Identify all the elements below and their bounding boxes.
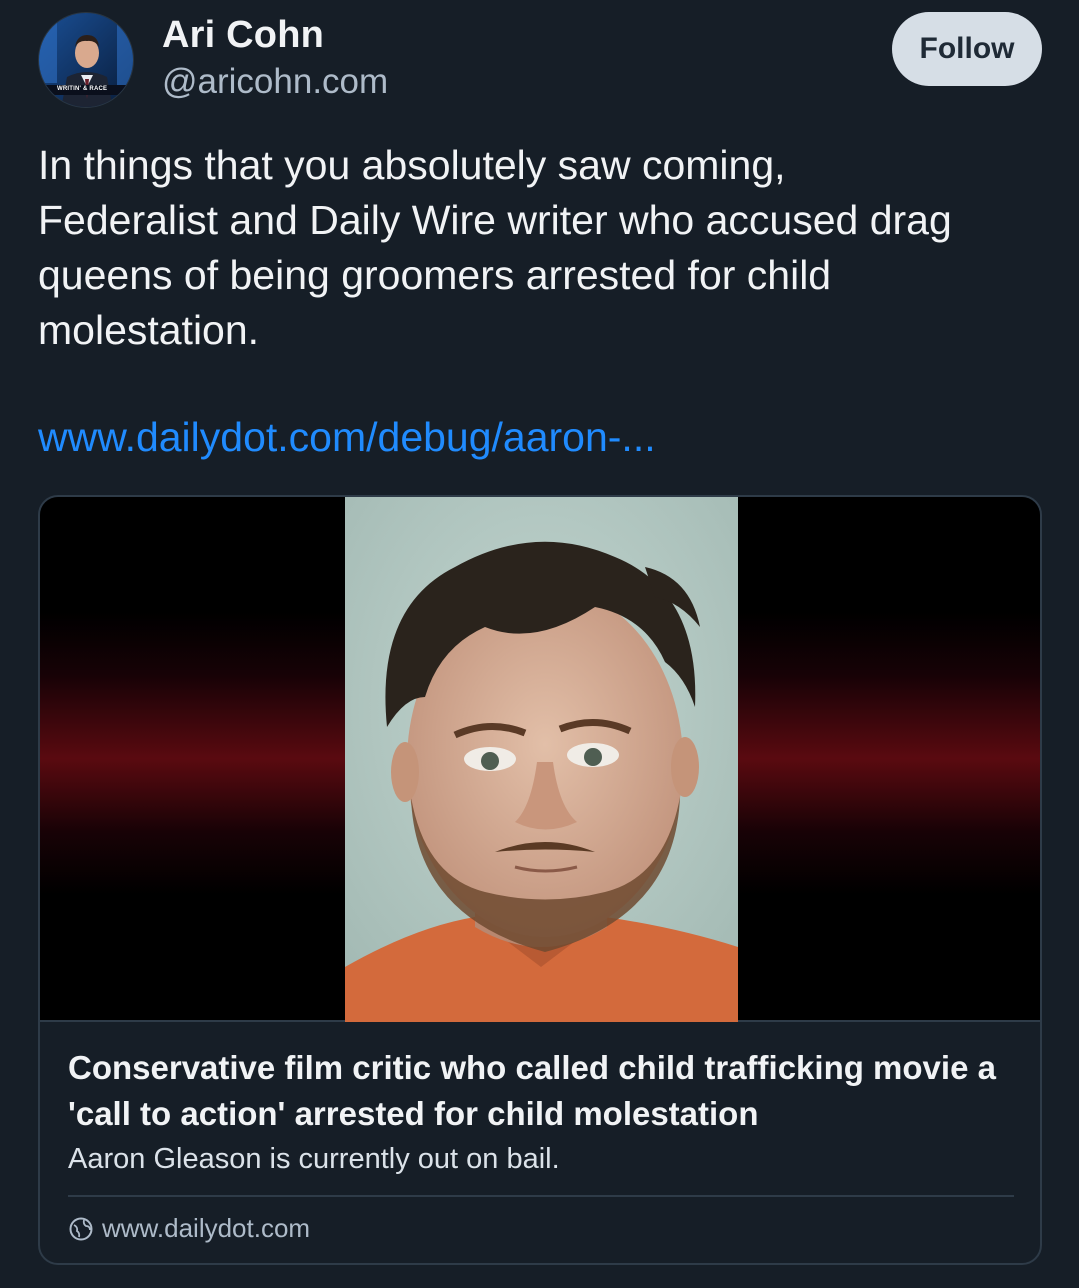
post: WRITIN' & RACE Ari Cohn @aricohn.com Fol… — [0, 0, 1079, 1288]
card-image[interactable] — [40, 497, 1040, 1022]
author-name[interactable]: Ari Cohn — [162, 14, 324, 57]
avatar-banner-text: WRITIN' & RACE — [57, 86, 108, 92]
mugshot-photo — [345, 497, 738, 1022]
author-handle[interactable]: @aricohn.com — [162, 62, 388, 102]
card-description: Aaron Gleason is currently out on bail. — [68, 1143, 560, 1175]
post-link[interactable]: www.dailydot.com/debug/aaron-... — [38, 414, 656, 461]
author-avatar[interactable]: WRITIN' & RACE — [38, 12, 134, 108]
follow-button[interactable]: Follow — [892, 12, 1042, 86]
link-preview-card[interactable]: Conservative film critic who called chil… — [38, 495, 1042, 1265]
card-domain-text: www.dailydot.com — [102, 1213, 311, 1243]
post-text: In things that you absolutely saw coming… — [38, 142, 952, 353]
card-title[interactable]: Conservative film critic who called chil… — [68, 1045, 1018, 1137]
card-divider — [68, 1195, 1014, 1197]
card-domain: www.dailydot.com — [68, 1213, 310, 1244]
globe-icon — [68, 1216, 94, 1242]
avatar-image — [39, 13, 133, 107]
